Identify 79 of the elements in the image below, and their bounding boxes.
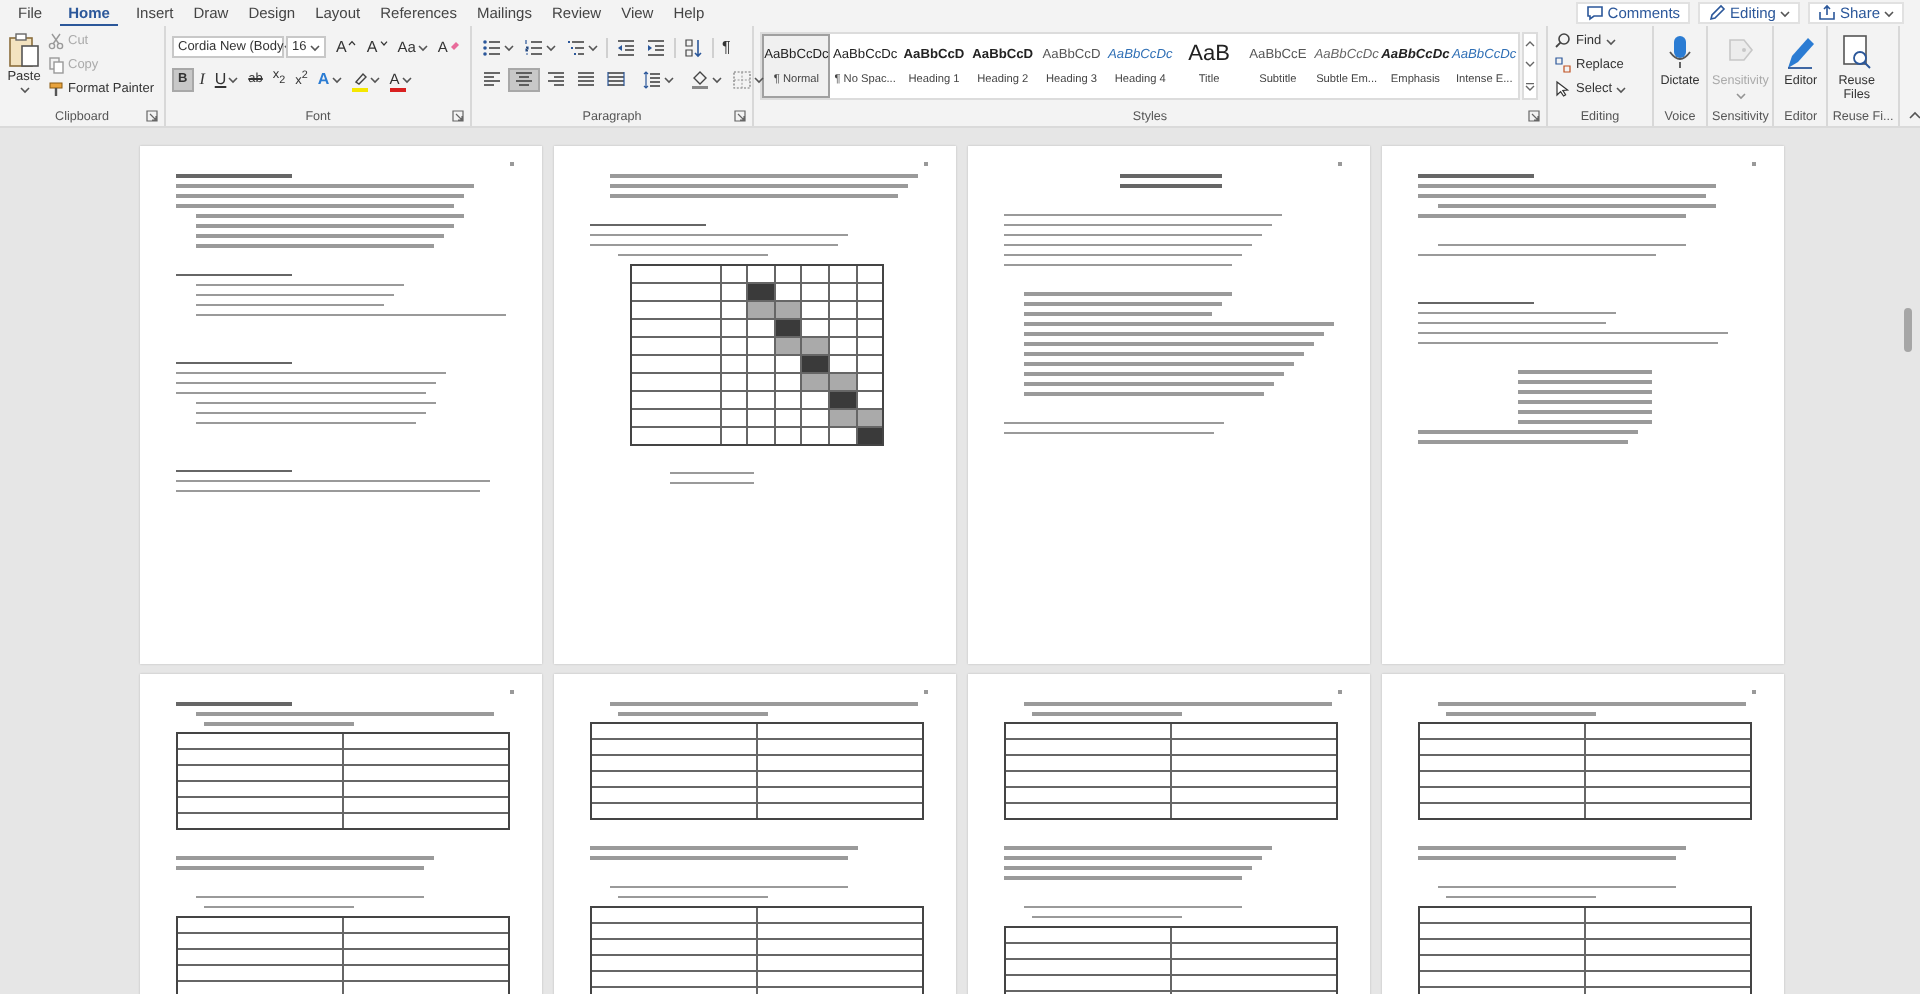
line-spacing-icon: [642, 69, 662, 89]
distributed-button[interactable]: [602, 67, 630, 91]
caret-icon: [401, 75, 412, 83]
bullets-button[interactable]: [478, 35, 518, 59]
sort-icon: [684, 37, 704, 57]
caret-icon: [19, 86, 29, 94]
highlighter-icon: [351, 72, 368, 86]
decrease-indent-button[interactable]: [612, 35, 640, 59]
multilevel-list-icon: [566, 37, 586, 57]
sort-button[interactable]: [680, 35, 708, 59]
gallery-scrollbar[interactable]: [1522, 32, 1539, 100]
search-icon: [1554, 32, 1572, 50]
paint-bucket-icon: [690, 69, 710, 89]
caret-icon: [1605, 37, 1616, 45]
dialog-launcher-icon: [1528, 110, 1540, 122]
eraser-icon: [449, 39, 460, 49]
caret-icon: [331, 75, 342, 83]
align-center-icon: [514, 69, 534, 89]
caret-icon: [754, 75, 764, 83]
caret-icon: [1884, 9, 1894, 17]
scroll-up-icon: [1524, 40, 1537, 49]
multilevel-list-button[interactable]: [562, 35, 602, 59]
center-button[interactable]: [508, 67, 540, 91]
share-icon: [1817, 4, 1836, 22]
align-right-icon: [546, 69, 566, 89]
pencil-icon: [1708, 4, 1727, 22]
caret-icon: [417, 43, 428, 51]
comment-icon: [1585, 4, 1604, 22]
scissors-icon: [48, 32, 64, 50]
caret-icon: [504, 43, 514, 51]
decrease-indent-icon: [616, 37, 636, 57]
align-left-button[interactable]: [478, 67, 506, 91]
bullet-list-icon: [482, 37, 502, 57]
increase-indent-button[interactable]: [642, 35, 670, 59]
caret-icon: [588, 43, 598, 51]
chevron-up-icon: [1907, 110, 1920, 120]
dialog-launcher-icon: [452, 110, 464, 122]
shading-button[interactable]: [686, 67, 726, 91]
caret-icon: [228, 75, 239, 83]
copy-icon: [48, 56, 64, 74]
caret-icon: [369, 75, 380, 83]
text-effects-button[interactable]: A: [313, 67, 346, 91]
show-marks-button[interactable]: ¶: [718, 35, 735, 59]
numbered-list-icon: [524, 37, 544, 57]
italic-button[interactable]: I: [195, 67, 209, 91]
distributed-icon: [606, 69, 626, 89]
caret-icon: [310, 43, 320, 51]
numbering-button[interactable]: [520, 35, 560, 59]
caret-icon: [1616, 85, 1627, 93]
shrink-font-button[interactable]: A: [362, 35, 392, 59]
scroll-down-icon: [1524, 60, 1537, 69]
caret-icon: [546, 43, 556, 51]
replace-icon: [1554, 56, 1572, 74]
caret-down-icon: [379, 39, 388, 45]
align-right-button[interactable]: [542, 67, 570, 91]
underline-button[interactable]: U: [210, 67, 243, 91]
caret-up-icon: [348, 39, 357, 45]
caret-icon: [1779, 9, 1790, 17]
caret-icon: [712, 75, 722, 83]
increase-indent-icon: [646, 37, 666, 57]
caret-icon: [664, 75, 674, 83]
dialog-launcher-icon: [146, 110, 158, 122]
justify-icon: [576, 69, 596, 89]
borders-icon: [732, 69, 752, 89]
cursor-icon: [1554, 80, 1572, 98]
paintbrush-icon: [48, 80, 64, 98]
grow-font-button[interactable]: A: [332, 35, 361, 59]
caret-icon: [1735, 92, 1746, 100]
align-left-icon: [482, 69, 502, 89]
scrollbar-thumb[interactable]: [1904, 308, 1912, 352]
more-icon: [1524, 81, 1537, 92]
document-search-icon: [1838, 34, 1875, 70]
highlight-button[interactable]: [347, 67, 384, 91]
line-spacing-button[interactable]: [638, 67, 678, 91]
clipboard-icon: [8, 32, 40, 68]
pen-icon: [1782, 34, 1819, 70]
justify-button[interactable]: [572, 67, 600, 91]
collapse-ribbon-button[interactable]: [1907, 110, 1920, 120]
dialog-launcher-icon: [734, 110, 746, 122]
